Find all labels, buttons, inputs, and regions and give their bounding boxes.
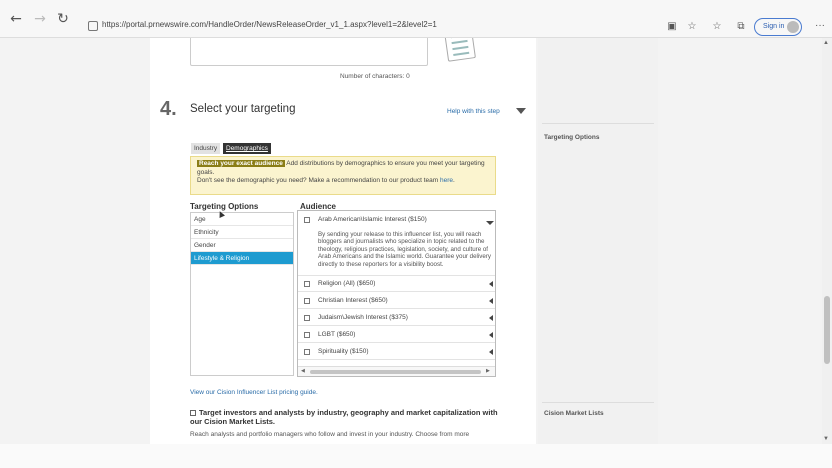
targeting-options-header: Targeting Options [190, 202, 259, 211]
scroll-down-icon[interactable]: ▼ [823, 436, 829, 442]
scroll-left-icon[interactable]: ◀ [301, 368, 305, 374]
audience-label: Spirituality ($150) [318, 348, 369, 355]
audience-label: Arab American\Islamic Interest ($150) [318, 216, 427, 223]
list-item[interactable]: Christian Interest ($650) [298, 293, 495, 309]
targeting-options-list: Age Ethnicity Gender Lifestyle & Religio… [190, 212, 294, 376]
lock-icon [88, 21, 98, 31]
page-scrollbar[interactable]: ▲ ▼ [822, 38, 832, 444]
list-item[interactable]: Judaism\Jewish Interest ($375) [298, 310, 495, 326]
notice-box: Reach your exact audience Add distributi… [190, 156, 496, 195]
pricing-guide-link[interactable]: View our Cision Influencer List pricing … [190, 389, 318, 396]
forward-icon[interactable]: → [32, 11, 48, 27]
scroll-right-icon[interactable]: ▶ [486, 368, 490, 374]
collections-icon[interactable]: ⧉ [735, 21, 747, 33]
expand-icon[interactable] [489, 315, 493, 321]
main-content: Number of characters: 0 4. Select your t… [150, 38, 536, 444]
divider [542, 402, 654, 403]
sign-in-label: Sign in [763, 23, 785, 30]
recommend-link[interactable]: here [440, 177, 453, 184]
list-item[interactable]: Spirituality ($150) [298, 344, 495, 360]
page-viewport: Number of characters: 0 4. Select your t… [0, 38, 822, 444]
sidebar-market-lists: Cision Market Lists [544, 410, 604, 417]
audience-checkbox[interactable] [304, 281, 310, 287]
collapse-icon[interactable] [486, 221, 494, 225]
release-textarea[interactable] [190, 38, 428, 66]
audience-checkbox[interactable] [304, 217, 310, 223]
favorites-icon[interactable]: ☆ [711, 21, 723, 33]
list-item[interactable]: Arab American\Islamic Interest ($150) By… [298, 211, 495, 276]
help-link[interactable]: Help with this step [447, 108, 500, 115]
tab-industry[interactable]: Industry [191, 143, 221, 154]
audience-checkbox[interactable] [304, 349, 310, 355]
refresh-icon[interactable]: ↻ [55, 11, 71, 27]
option-age[interactable]: Age [191, 213, 293, 226]
window-bottom [0, 444, 832, 468]
expand-icon[interactable] [489, 332, 493, 338]
browser-toolbar: ← → ↻ https://portal.prnewswire.com/Hand… [0, 0, 832, 38]
audience-scroll-area: Arab American\Islamic Interest ($150) By… [298, 211, 495, 366]
audience-checkbox[interactable] [304, 315, 310, 321]
scroll-thumb[interactable] [310, 370, 481, 374]
favorite-add-icon[interactable]: ☆ [686, 21, 698, 33]
notice-period: . [453, 177, 455, 185]
expand-icon[interactable] [489, 349, 493, 355]
option-gender[interactable]: Gender [191, 239, 293, 252]
divider [542, 123, 654, 124]
audience-label: LGBT ($650) [318, 331, 356, 338]
audience-checkbox[interactable] [304, 332, 310, 338]
option-ethnicity[interactable]: Ethnicity [191, 226, 293, 239]
audience-label: Judaism\Jewish Interest ($375) [318, 314, 408, 321]
expand-icon[interactable] [489, 298, 493, 304]
tab-demographics[interactable]: Demographics [223, 143, 271, 154]
step-title: Select your targeting [190, 103, 296, 115]
page-scroll-thumb[interactable] [824, 296, 830, 364]
right-sidebar: Targeting Options Cision Market Lists [538, 38, 658, 444]
expand-icon[interactable] [489, 281, 493, 287]
horizontal-scrollbar[interactable]: ◀ ▶ [298, 366, 495, 376]
notice-text-2: Don't see the demographic you need? Make… [197, 177, 439, 185]
list-item[interactable]: LGBT ($650) [298, 327, 495, 343]
sign-in-button[interactable]: Sign in [754, 18, 802, 36]
audience-checkbox[interactable] [304, 298, 310, 304]
chevron-down-icon[interactable] [516, 108, 526, 114]
character-count: Number of characters: 0 [340, 73, 410, 80]
investors-body: Reach analysts and portfolio managers wh… [190, 431, 470, 438]
app-available-icon[interactable]: ▣ [666, 21, 678, 33]
audience-description: By sending your release to this influenc… [318, 231, 491, 268]
audience-label: Religion (All) ($650) [318, 280, 376, 287]
notice-badge: Reach your exact audience [197, 160, 285, 167]
step-number: 4. [160, 98, 177, 120]
sidebar-targeting-options: Targeting Options [544, 134, 600, 141]
back-icon[interactable]: ← [8, 11, 24, 27]
audience-label: Christian Interest ($650) [318, 297, 388, 304]
option-lifestyle-religion[interactable]: Lifestyle & Religion [191, 252, 293, 265]
avatar-icon [787, 21, 799, 33]
address-bar[interactable]: https://portal.prnewswire.com/HandleOrde… [80, 17, 680, 37]
url-text: https://portal.prnewswire.com/HandleOrde… [102, 20, 437, 29]
document-icon [444, 38, 476, 62]
audience-list: Arab American\Islamic Interest ($150) By… [297, 210, 496, 377]
list-item[interactable]: Religion (All) ($650) [298, 276, 495, 292]
investors-title: Target investors and analysts by industr… [190, 408, 498, 426]
scroll-up-icon[interactable]: ▲ [823, 40, 829, 46]
more-menu-icon[interactable]: ··· [815, 20, 825, 31]
